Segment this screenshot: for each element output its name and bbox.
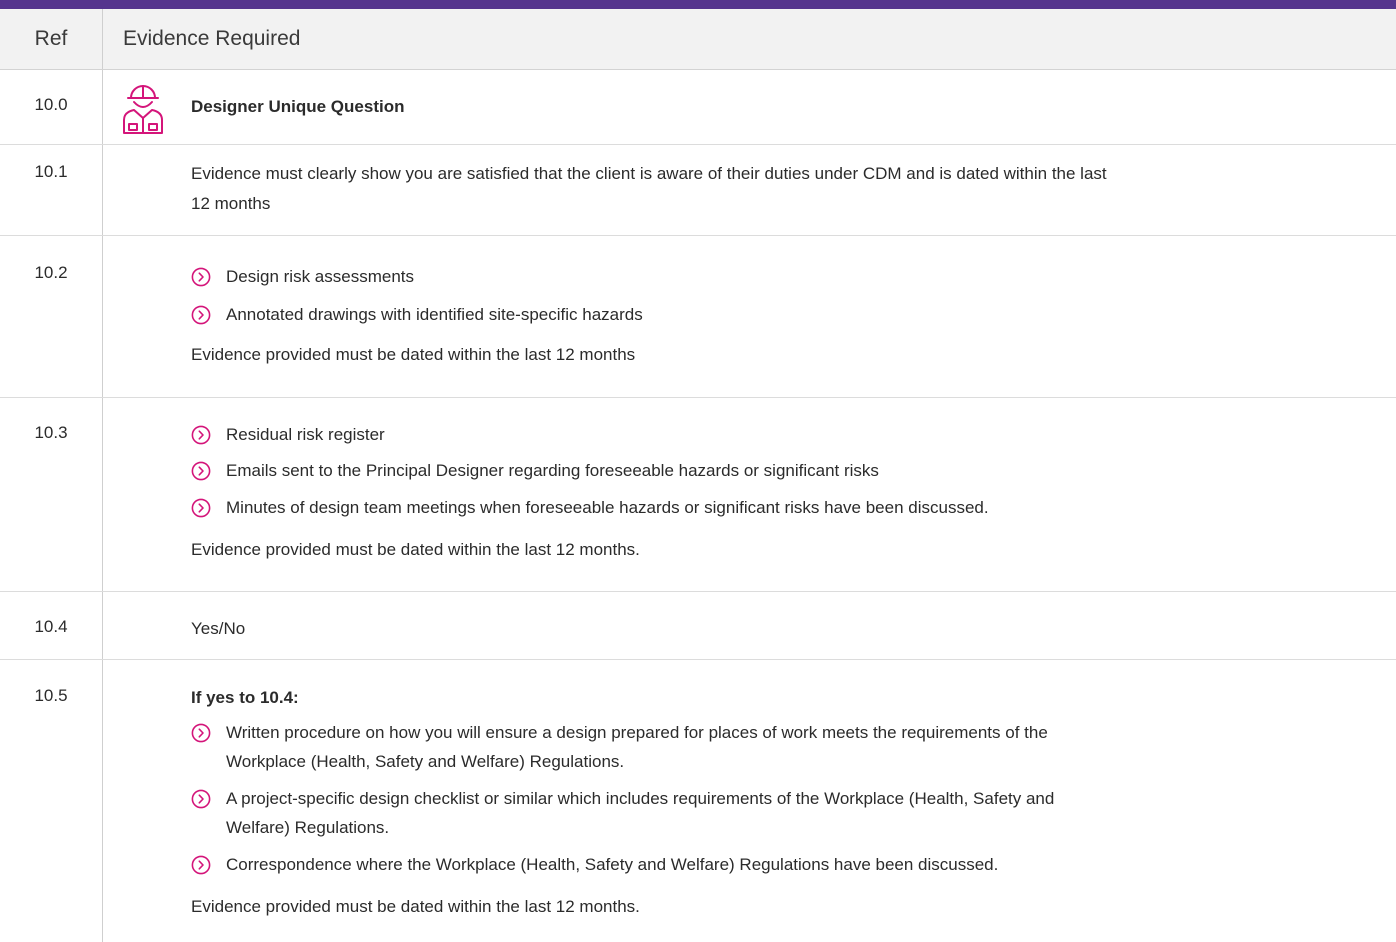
row-divider xyxy=(0,659,1396,660)
top-accent-bar xyxy=(0,0,1396,9)
row-text-line2: 12 months xyxy=(191,194,271,213)
row-ref-10-0: 10.0 xyxy=(34,95,68,114)
row-title-designer-unique-question: Designer Unique Question xyxy=(191,97,405,116)
row-ref-10-2: 10.2 xyxy=(34,263,68,282)
chevron-circle-icon xyxy=(191,789,211,809)
chevron-circle-icon xyxy=(191,425,211,445)
row-ref-10-3: 10.3 xyxy=(34,423,68,442)
chevron-circle-icon xyxy=(191,498,211,518)
chevron-circle-icon xyxy=(191,855,211,875)
chevron-circle-icon xyxy=(191,461,211,481)
chevron-circle-icon xyxy=(191,305,211,325)
table-header: Ref Evidence Required xyxy=(0,9,1396,70)
column-divider xyxy=(102,70,103,942)
evidence-column-header: Evidence Required xyxy=(123,27,301,50)
ref-column-header: Ref xyxy=(0,9,103,69)
row-text-line1: Evidence must clearly show you are satis… xyxy=(191,164,1107,183)
row-divider xyxy=(0,235,1396,236)
row-intro: If yes to 10.4: xyxy=(191,688,299,707)
row-divider xyxy=(0,144,1396,145)
row-divider xyxy=(0,397,1396,398)
chevron-circle-icon xyxy=(191,267,211,287)
row-footer-note: Evidence provided must be dated within t… xyxy=(191,897,640,916)
construction-worker-icon xyxy=(123,85,163,134)
row-ref-10-5: 10.5 xyxy=(34,686,68,705)
row-footer-note: Evidence provided must be dated within t… xyxy=(191,540,640,559)
row-divider xyxy=(0,591,1396,592)
row-ref-10-4: 10.4 xyxy=(34,617,68,636)
row-ref-10-1: 10.1 xyxy=(34,162,68,181)
row-text-yes-no: Yes/No xyxy=(191,619,246,638)
row-footer-note: Evidence provided must be dated within t… xyxy=(191,345,636,364)
chevron-circle-icon xyxy=(191,723,211,743)
